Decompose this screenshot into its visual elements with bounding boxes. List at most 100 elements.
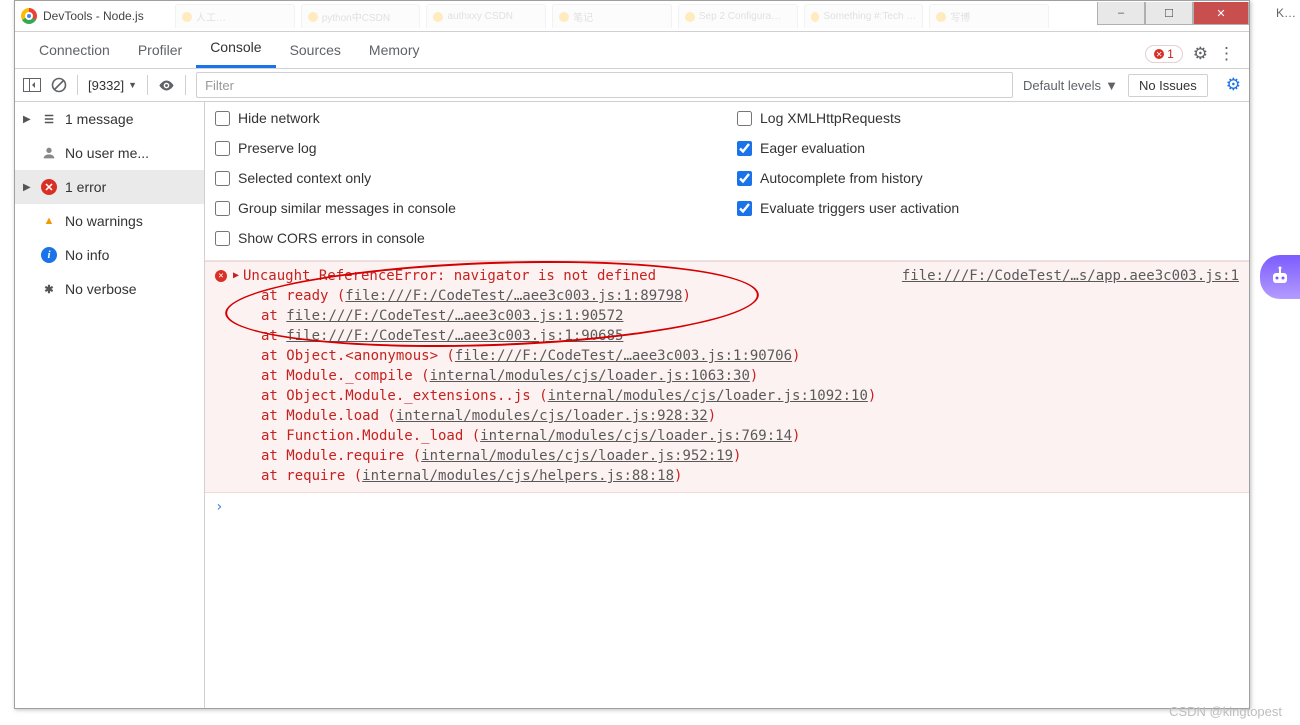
checkbox[interactable]: [215, 171, 230, 186]
stack-frame-link[interactable]: file:///F:/CodeTest/…aee3c003.js:1:90685: [286, 328, 623, 344]
stack-frame: at Object.Module._extensions..js (intern…: [261, 386, 1239, 406]
stack-frame: at Module._compile (internal/modules/cjs…: [261, 366, 1239, 386]
sidebar-item-label: No user me...: [65, 145, 149, 161]
dropdown-caret-icon: ▼: [1105, 78, 1118, 93]
live-expression-eye-icon[interactable]: [158, 77, 175, 94]
devtools-tabbar: Connection Profiler Console Sources Memo…: [15, 32, 1249, 69]
stack-frame: at Module.require (internal/modules/cjs/…: [261, 446, 1239, 466]
execution-context-label: [9332]: [88, 78, 124, 93]
chrome-icon: [21, 8, 37, 24]
checkbox[interactable]: [737, 201, 752, 216]
setting-label: Hide network: [238, 110, 320, 126]
stack-frame: at Function.Module._load (internal/modul…: [261, 426, 1239, 446]
sidebar-item-label: 1 error: [65, 179, 106, 195]
setting-show-cors-errors-in-console[interactable]: Show CORS errors in console: [215, 230, 717, 246]
stack-frame: at file:///F:/CodeTest/…aee3c003.js:1:90…: [261, 306, 1239, 326]
stack-frame-link[interactable]: internal/modules/cjs/loader.js:928:32: [396, 408, 708, 424]
console-prompt[interactable]: ›: [205, 493, 1249, 521]
watermark-text: CSDN @kingtopest: [1169, 704, 1282, 719]
checkbox[interactable]: [737, 111, 752, 126]
stack-frame-link[interactable]: internal/modules/cjs/loader.js:952:19: [421, 448, 733, 464]
sidebar-item-list[interactable]: ▶☰1 message: [15, 102, 204, 136]
sidebar-item-label: No verbose: [65, 281, 137, 297]
execution-context-dropdown[interactable]: [9332] ▼: [88, 78, 137, 93]
setting-label: Group similar messages in console: [238, 200, 456, 216]
setting-evaluate-triggers-user-activation[interactable]: Evaluate triggers user activation: [737, 200, 1239, 216]
console-sidebar: ▶☰1 message▶No user me...▶✕1 error▶▲No w…: [15, 102, 205, 708]
tab-console[interactable]: Console: [196, 29, 275, 68]
verbose-icon: ✱: [41, 281, 57, 297]
stack-frame: at file:///F:/CodeTest/…aee3c003.js:1:90…: [261, 326, 1239, 346]
stack-frame-link[interactable]: internal/modules/cjs/loader.js:769:14: [480, 428, 792, 444]
console-toolbar: [9332] ▼ Filter Default levels ▼ No Issu…: [15, 69, 1249, 102]
error-count-badge[interactable]: ✕ 1: [1145, 45, 1183, 63]
stack-frame: at ready (file:///F:/CodeTest/…aee3c003.…: [261, 286, 1239, 306]
error-icon: ✕: [41, 179, 57, 195]
setting-hide-network[interactable]: Hide network: [215, 110, 717, 126]
setting-label: Eager evaluation: [760, 140, 865, 156]
toggle-sidebar-icon[interactable]: [23, 78, 41, 92]
sidebar-item-label: No warnings: [65, 213, 143, 229]
setting-selected-context-only[interactable]: Selected context only: [215, 170, 717, 186]
error-source-link[interactable]: file:///F:/CodeTest/…s/app.aee3c003.js:1: [902, 266, 1239, 286]
log-levels-dropdown[interactable]: Default levels ▼: [1023, 78, 1118, 93]
error-icon: ✕: [215, 270, 227, 282]
clear-console-icon[interactable]: [51, 77, 67, 93]
checkbox[interactable]: [737, 171, 752, 186]
stack-frame-link[interactable]: file:///F:/CodeTest/…aee3c003.js:1:89798: [345, 288, 682, 304]
stack-frame-link[interactable]: internal/modules/cjs/loader.js:1063:30: [430, 368, 750, 384]
setting-autocomplete-from-history[interactable]: Autocomplete from history: [737, 170, 1239, 186]
chatbot-float-button[interactable]: [1260, 255, 1300, 299]
error-count: 1: [1167, 47, 1174, 61]
checkbox[interactable]: [215, 201, 230, 216]
console-settings-gear-icon[interactable]: ⚙: [1226, 75, 1241, 95]
setting-eager-evaluation[interactable]: Eager evaluation: [737, 140, 1239, 156]
stack-frame-link[interactable]: file:///F:/CodeTest/…aee3c003.js:1:90706: [455, 348, 792, 364]
browser-tabs-faint: 人工…python中CSDNauthxxy CSDN笔记Sep 2 Config…: [175, 4, 1049, 28]
window-title: DevTools - Node.js: [43, 9, 144, 23]
console-error-entry[interactable]: ✕ ▶ Uncaught ReferenceError: navigator i…: [205, 261, 1249, 493]
stack-frame: at require (internal/modules/cjs/helpers…: [261, 466, 1239, 486]
tab-profiler[interactable]: Profiler: [124, 32, 196, 68]
tab-sources[interactable]: Sources: [276, 32, 355, 68]
window-titlebar[interactable]: 人工…python中CSDNauthxxy CSDN笔记Sep 2 Config…: [15, 1, 1249, 32]
sidebar-item-label: 1 message: [65, 111, 133, 127]
filter-input[interactable]: Filter: [196, 72, 1013, 98]
stack-frame-link[interactable]: internal/modules/cjs/loader.js:1092:10: [548, 388, 868, 404]
sidebar-item-user[interactable]: ▶No user me...: [15, 136, 204, 170]
setting-label: Evaluate triggers user activation: [760, 200, 959, 216]
sidebar-item-err[interactable]: ▶✕1 error: [15, 170, 204, 204]
setting-group-similar-messages-in-console[interactable]: Group similar messages in console: [215, 200, 717, 216]
stack-frame: at Object.<anonymous> (file:///F:/CodeTe…: [261, 346, 1239, 366]
sidebar-item-verbose[interactable]: ▶✱No verbose: [15, 272, 204, 306]
window-minimize-button[interactable]: –: [1097, 2, 1145, 25]
list-icon: ☰: [41, 111, 57, 127]
robot-icon: [1268, 265, 1292, 289]
setting-log-xmlhttprequests[interactable]: Log XMLHttpRequests: [737, 110, 1239, 126]
devtools-window: 人工…python中CSDNauthxxy CSDN笔记Sep 2 Config…: [14, 0, 1250, 709]
issues-button[interactable]: No Issues: [1128, 74, 1208, 97]
more-menu-icon[interactable]: ⋮: [1218, 44, 1235, 64]
checkbox[interactable]: [215, 231, 230, 246]
log-levels-label: Default levels: [1023, 78, 1101, 93]
setting-label: Autocomplete from history: [760, 170, 923, 186]
window-maximize-button[interactable]: ☐: [1145, 2, 1193, 25]
setting-preserve-log[interactable]: Preserve log: [215, 140, 717, 156]
setting-label: Selected context only: [238, 170, 371, 186]
checkbox[interactable]: [215, 141, 230, 156]
console-settings-pane: Hide network Log XMLHttpRequests Preserve …: [205, 102, 1249, 261]
sidebar-item-warn[interactable]: ▶▲No warnings: [15, 204, 204, 238]
stack-frame-link[interactable]: file:///F:/CodeTest/…aee3c003.js:1:90572: [286, 308, 623, 324]
expand-caret-icon[interactable]: ▶: [233, 266, 239, 286]
tab-connection[interactable]: Connection: [25, 32, 124, 68]
stack-trace: at ready (file:///F:/CodeTest/…aee3c003.…: [215, 286, 1239, 486]
checkbox[interactable]: [215, 111, 230, 126]
tab-memory[interactable]: Memory: [355, 32, 434, 68]
window-close-button[interactable]: ✕: [1193, 2, 1249, 25]
sidebar-item-info[interactable]: ▶iNo info: [15, 238, 204, 272]
checkbox[interactable]: [737, 141, 752, 156]
stack-frame-link[interactable]: internal/modules/cjs/helpers.js:88:18: [362, 468, 674, 484]
warning-icon: ▲: [41, 213, 57, 229]
cropped-text: K…: [1276, 6, 1296, 20]
settings-gear-icon[interactable]: ⚙: [1193, 44, 1208, 64]
